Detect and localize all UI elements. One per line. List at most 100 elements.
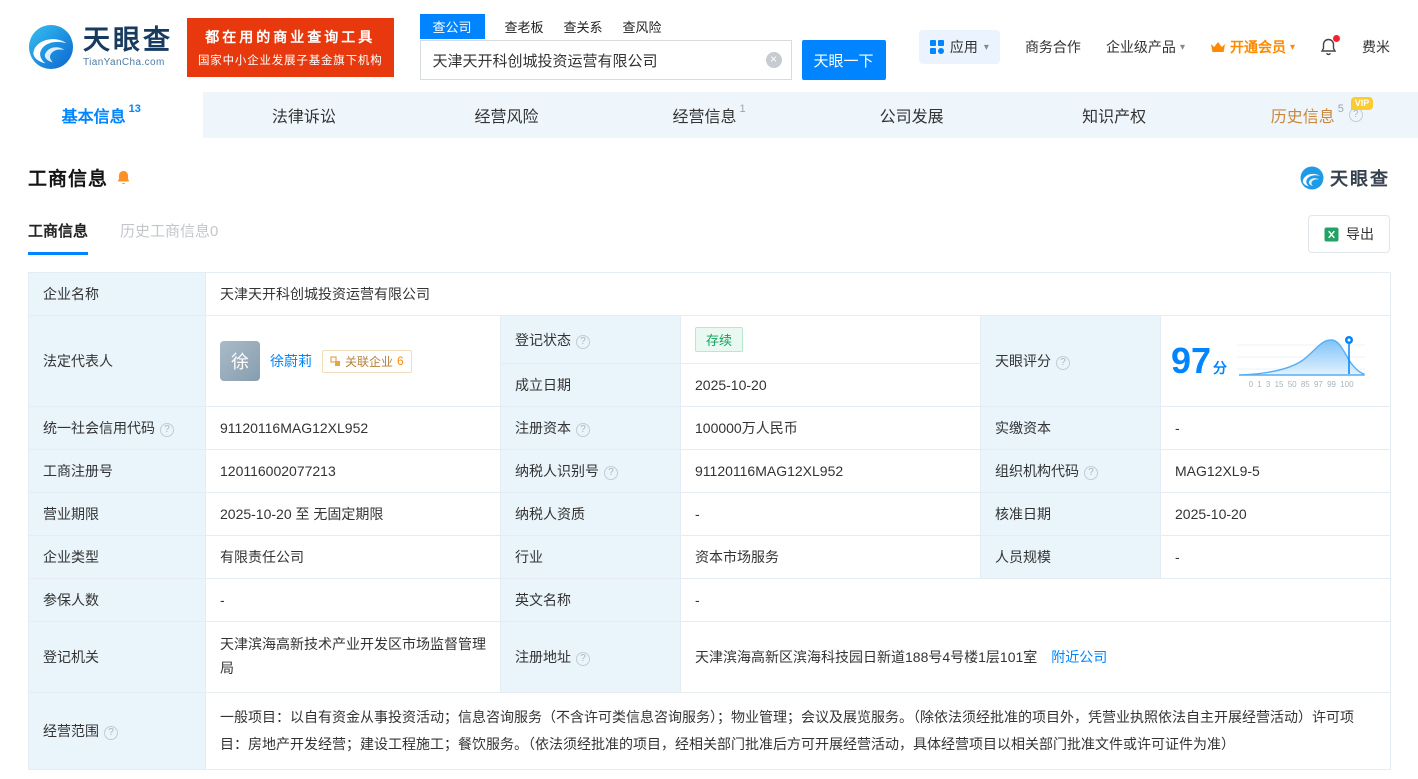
help-icon[interactable]: ? [576,334,590,349]
top-header: 天眼查 TianYanCha.com 都在用的商业查询工具 国家中小企业发展子基… [0,0,1418,92]
username-label: 费米 [1362,39,1390,55]
establish-date-label: 成立日期 [500,363,681,407]
tab-operating-risk[interactable]: 经营风险 [405,92,608,138]
company-type-value: 有限责任公司 [205,535,501,579]
menu-item-cooperation[interactable]: 商务合作 [1025,37,1081,57]
tab-legal-litigation[interactable]: 法律诉讼 [203,92,406,138]
tab-company-development[interactable]: 公司发展 [810,92,1013,138]
reg-capital-label: 注册资本? [500,406,681,450]
chevron-down-icon: ▾ [1289,41,1295,53]
promo-banner-line2: 国家中小企业发展子基金旗下机构 [198,54,383,67]
legal-rep-cell: 徐 徐蔚莉 关联企业 6 [205,315,501,407]
crown-icon [1210,41,1226,54]
company-name-label: 企业名称 [28,272,206,316]
help-icon[interactable]: ? [604,466,618,480]
watermark-logo-icon [1300,166,1324,190]
reg-number-label: 工商注册号 [28,449,206,493]
related-companies-badge[interactable]: 关联企业 6 [322,349,412,373]
reg-address-label: 注册地址? [500,621,681,693]
reg-number-value: 120116002077213 [205,449,501,493]
row-reg-authority: 登记机关 天津滨海高新技术产业开发区市场监督管理局 注册地址? 天津滨海高新区滨… [28,621,1392,693]
related-icon [330,355,341,367]
english-name-value: - [679,578,1392,622]
score-value: 97 [1171,340,1212,381]
score-unit: 分 [1213,360,1228,376]
staff-size-value: - [1159,535,1392,579]
vip-badge: VIP [1350,97,1374,110]
tab-basic-info[interactable]: 基本信息 13 [0,92,203,138]
tab-label: 知识产权 [1082,109,1147,126]
tab-label: 经营风险 [474,109,539,126]
top-menu: 应用 ▾ 商务合作 企业级产品 ▾ 开通会员 ▾ 费米 [918,30,1390,64]
export-button[interactable]: 导出 [1308,215,1390,253]
menu-item-user[interactable]: 费米 [1362,37,1390,57]
legal-rep-name-link[interactable]: 徐蔚莉 [270,351,312,371]
help-icon[interactable]: ? [576,651,590,666]
approval-date-value: 2025-10-20 [1159,492,1392,536]
promo-banner-line1: 都在用的商业查询工具 [205,28,376,45]
notification-bell-button[interactable] [1320,35,1340,56]
search-input[interactable] [419,40,792,80]
apps-grid-icon [929,40,944,54]
monitor-bell-icon[interactable] [116,170,131,186]
related-count: 6 [397,354,404,368]
tab-history-info[interactable]: 历史信息 5 ? VIP [1215,92,1418,138]
section-title: 工商信息 [28,169,109,190]
taxpayer-quality-value: - [680,492,981,536]
business-term-label: 营业期限 [28,492,206,536]
help-icon[interactable]: ? [104,725,118,740]
help-icon[interactable]: ? [160,423,174,437]
main-content: 工商信息 天眼查 工商信息 历史工商信息0 导出 企业名称 天津天开科创城投资运… [0,164,1418,771]
legal-rep-avatar[interactable]: 徐 [220,341,260,381]
tianyancha-watermark: 天眼查 [1300,165,1390,191]
paid-capital-label: 实缴资本 [980,406,1161,450]
menu-item-enterprise-products[interactable]: 企业级产品 ▾ [1106,37,1185,57]
help-icon[interactable]: ? [576,423,590,437]
score-distribution-chart: 0 1 3 15 50 85 97 99 100 [1237,333,1366,389]
nearby-companies-link[interactable]: 附近公司 [1051,649,1107,665]
search-button[interactable]: 天眼一下 [801,40,886,80]
reg-authority-value: 天津滨海高新技术产业开发区市场监督管理局 [205,621,501,693]
industry-label: 行业 [500,535,681,579]
search-row: × 天眼一下 [419,40,886,80]
tianyan-score-cell: 97 分 0 1 3 15 50 85 97 99 100 [1159,315,1392,407]
notification-dot [1333,35,1340,42]
company-type-label: 企业类型 [28,535,206,579]
main-nav-tabs: 基本信息 13 法律诉讼 经营风险 经营信息 1 公司发展 知识产权 历史信息 … [0,92,1418,138]
clear-input-icon[interactable]: × [765,52,782,68]
row-business-scope: 经营范围? 一般项目：以自有资金从事投资活动；信息咨询服务（不含许可类信息咨询服… [28,691,1392,771]
credit-code-label: 统一社会信用代码? [28,406,206,450]
company-name-value: 天津天开科创城投资运营有限公司 [204,272,1392,316]
search-tab-boss[interactable]: 查老板 [505,14,544,39]
tab-label: 公司发展 [879,109,944,126]
apps-menu-label: 应用 [949,39,978,55]
subtab-business-info[interactable]: 工商信息 [28,220,89,255]
business-info-table: 企业名称 天津天开科创城投资运营有限公司 法定代表人 徐 徐蔚莉 关联企业 6 … [28,272,1392,771]
help-icon[interactable]: ? [1348,108,1363,122]
search-tab-relation[interactable]: 查关系 [564,14,603,39]
subtab-history-business-info[interactable]: 历史工商信息0 [120,220,218,255]
establish-date-value: 2025-10-20 [680,363,981,407]
search-tab-risk[interactable]: 查风险 [623,14,662,39]
reg-authority-label: 登记机关 [28,621,206,693]
tab-intellectual-property[interactable]: 知识产权 [1013,92,1216,138]
reg-status-value: 存续 [680,315,981,364]
apps-menu-button[interactable]: 应用 ▾ [918,30,1000,64]
reg-status-label: 登记状态? [500,315,681,364]
menu-item-open-vip[interactable]: 开通会员 ▾ [1210,37,1295,57]
org-code-label: 组织机构代码? [980,449,1161,493]
help-icon[interactable]: ? [1056,356,1070,370]
approval-date-label: 核准日期 [980,492,1161,536]
tab-label: 经营信息 [672,109,737,126]
insured-count-label: 参保人数 [28,578,206,622]
tab-count: 13 [128,103,141,115]
credit-code-value: 91120116MAG12XL952 [205,406,501,450]
paid-capital-value: - [1159,406,1392,450]
english-name-label: 英文名称 [500,578,681,622]
search-tab-company[interactable]: 查公司 [419,14,485,39]
tab-operating-info[interactable]: 经营信息 1 [608,92,811,138]
tab-label: 法律诉讼 [271,109,336,126]
taxpayer-quality-label: 纳税人资质 [500,492,681,536]
tianyancha-logo[interactable]: 天眼查 TianYanCha.com [28,24,173,70]
help-icon[interactable]: ? [1084,466,1098,480]
